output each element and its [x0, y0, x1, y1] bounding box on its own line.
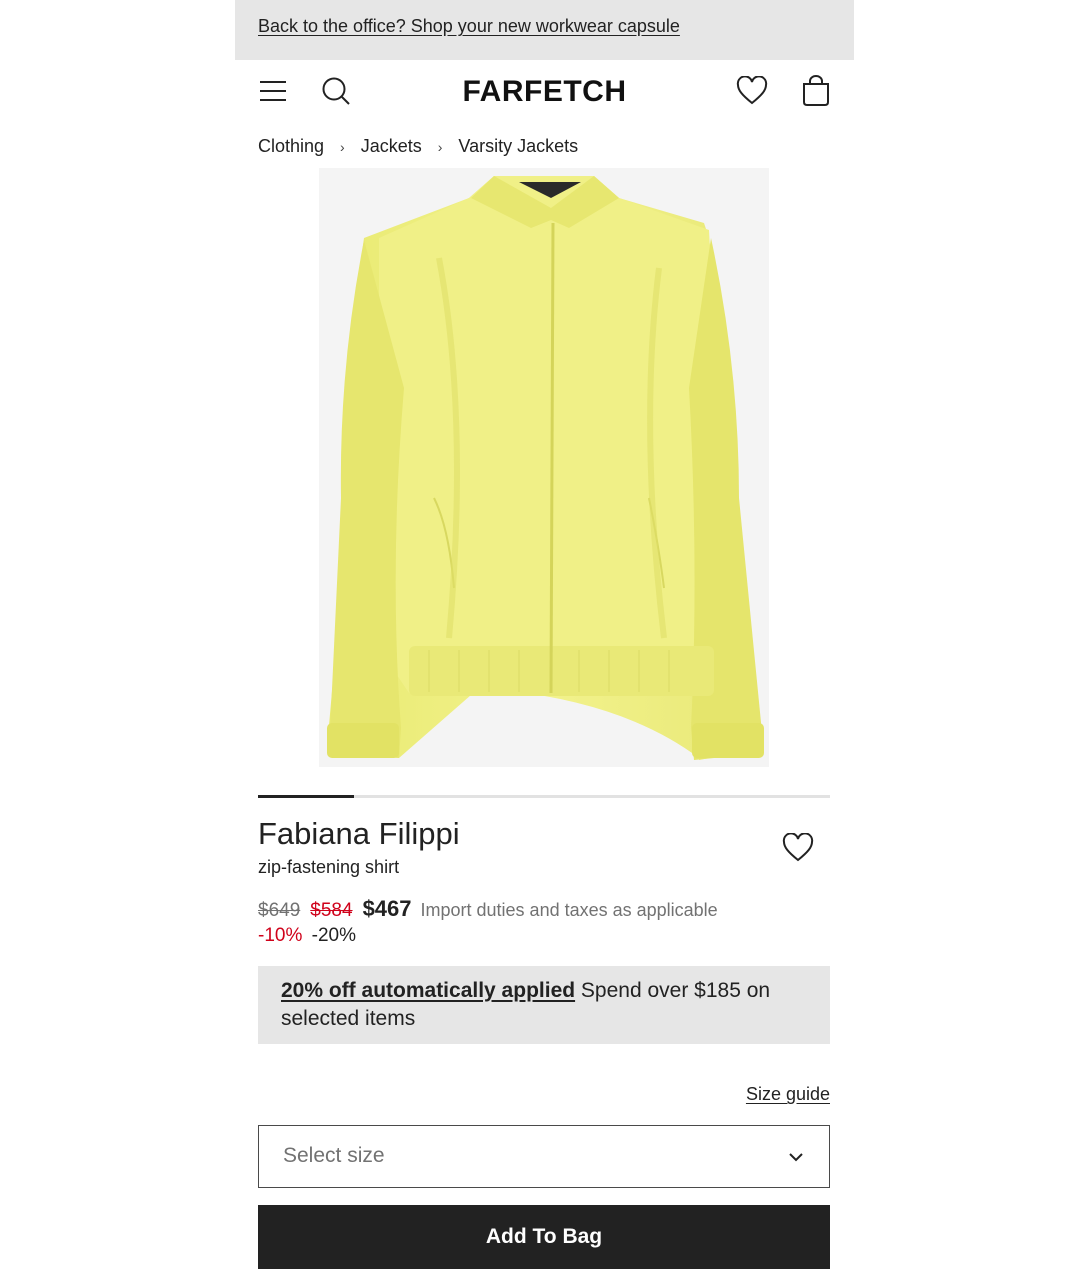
wishlist-heart-icon[interactable]	[780, 830, 816, 866]
bag-icon[interactable]	[799, 74, 833, 108]
price-note: Import duties and taxes as applicable	[420, 900, 718, 920]
discount-badge-2: -20%	[311, 925, 356, 946]
size-select[interactable]: Select size	[258, 1125, 830, 1188]
gallery-progress	[258, 795, 830, 798]
size-select-placeholder: Select size	[283, 1144, 385, 1167]
breadcrumb-varsity-jackets[interactable]: Varsity Jackets	[458, 136, 578, 157]
promo-link[interactable]: Back to the office? Shop your new workwe…	[258, 16, 680, 37]
breadcrumb-separator: ›	[340, 138, 345, 155]
promo-banner: Back to the office? Shop your new workwe…	[235, 0, 854, 60]
breadcrumb: Clothing › Jackets › Varsity Jackets	[258, 136, 578, 157]
add-to-bag-button[interactable]: Add To Bag	[258, 1205, 830, 1269]
promo-offer-box: 20% off automatically applied Spend over…	[258, 966, 830, 1044]
price-intermediate: $584	[310, 900, 353, 921]
discount-badge-1: -10%	[258, 925, 303, 946]
price-final: $467	[362, 896, 412, 921]
discount-row: -10% -20%	[258, 925, 356, 947]
product-image[interactable]	[319, 168, 769, 767]
breadcrumb-clothing[interactable]: Clothing	[258, 136, 324, 157]
price-row: $649 $584 $467 Import duties and taxes a…	[258, 896, 718, 922]
size-guide-link[interactable]: Size guide	[746, 1084, 830, 1105]
product-brand[interactable]: Fabiana Filippi	[258, 816, 460, 852]
offer-link[interactable]: 20% off automatically applied	[281, 979, 575, 1002]
breadcrumb-jackets[interactable]: Jackets	[361, 136, 422, 157]
product-page: Back to the office? Shop your new workwe…	[235, 0, 854, 1280]
gallery-progress-fill	[258, 795, 354, 798]
price-original: $649	[258, 900, 301, 921]
product-description: zip-fastening shirt	[258, 857, 400, 877]
heart-icon[interactable]	[735, 74, 769, 108]
chevron-down-icon	[787, 1148, 805, 1171]
breadcrumb-separator: ›	[437, 138, 443, 155]
